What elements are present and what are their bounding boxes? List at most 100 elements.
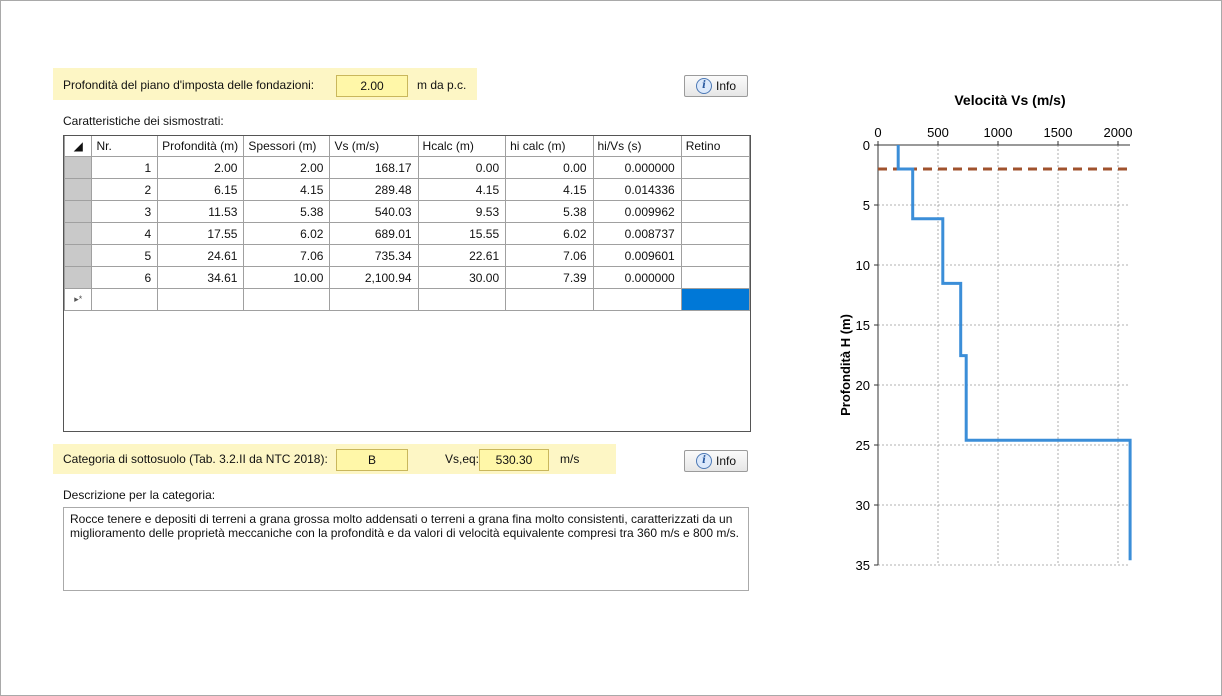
new-row[interactable]: ▸* (63, 288, 751, 311)
description-textbox[interactable]: Rocce tenere e depositi di terreni a gra… (63, 507, 749, 591)
col-profondita[interactable]: Profondità (m) (157, 136, 245, 157)
cell-hicalc[interactable]: 5.38 (505, 200, 594, 223)
y-tick-label: 0 (863, 138, 870, 153)
x-tick-label: 0 (874, 125, 881, 140)
col-hicalc[interactable]: hi calc (m) (505, 136, 594, 157)
x-tick-label: 1000 (984, 125, 1013, 140)
row-header[interactable] (63, 178, 93, 201)
y-axis-label: Profondità H (m) (838, 314, 853, 416)
y-tick-label: 5 (863, 198, 870, 213)
col-hivs[interactable]: hi/Vs (s) (592, 136, 682, 157)
vseq-field[interactable]: 530.30 (479, 449, 549, 471)
selected-cell[interactable] (680, 288, 751, 311)
info-button-foundation[interactable]: i Info (684, 75, 748, 97)
y-tick-label: 10 (856, 258, 870, 273)
cell-hicalc[interactable]: 0.00 (505, 156, 594, 179)
cell-hivs[interactable]: 0.014336 (592, 178, 682, 201)
cell-nr[interactable]: 6 (91, 266, 159, 289)
cell-spessori[interactable]: 4.15 (243, 178, 331, 201)
vseq-label: Vs,eq: (445, 452, 480, 466)
vseq-unit: m/s (560, 452, 580, 466)
cell-vs[interactable]: 735.34 (329, 244, 419, 267)
table-row[interactable]: 2 6.15 4.15 289.48 4.15 4.15 0.014336 (63, 178, 751, 201)
cell-profondita[interactable]: 17.55 (157, 222, 245, 245)
table-row[interactable]: 5 24.61 7.06 735.34 22.61 7.06 0.009601 (63, 244, 751, 267)
col-retino[interactable]: Retino (680, 136, 751, 157)
col-hcalc[interactable]: Hcalc (m) (417, 136, 507, 157)
cell-hivs[interactable]: 0.009601 (592, 244, 682, 267)
x-tick-label: 1500 (1044, 125, 1073, 140)
empty-cell[interactable] (157, 288, 245, 311)
select-all-corner[interactable]: ◢ (63, 136, 93, 157)
row-header[interactable] (63, 200, 93, 223)
cell-retino[interactable] (680, 200, 751, 223)
row-header[interactable] (63, 222, 93, 245)
cell-hcalc[interactable]: 0.00 (417, 156, 507, 179)
col-nr[interactable]: Nr. (91, 136, 159, 157)
empty-cell[interactable] (505, 288, 594, 311)
cell-hcalc[interactable]: 22.61 (417, 244, 507, 267)
cell-profondita[interactable]: 2.00 (157, 156, 245, 179)
table-row[interactable]: 3 11.53 5.38 540.03 9.53 5.38 0.009962 (63, 200, 751, 223)
cell-hivs[interactable]: 0.009962 (592, 200, 682, 223)
empty-cell[interactable] (592, 288, 682, 311)
cell-nr[interactable]: 1 (91, 156, 159, 179)
cell-spessori[interactable]: 6.02 (243, 222, 331, 245)
table-row[interactable]: 6 34.61 10.00 2,100.94 30.00 7.39 0.000000 (63, 266, 751, 289)
cell-spessori[interactable]: 2.00 (243, 156, 331, 179)
cell-profondita[interactable]: 24.61 (157, 244, 245, 267)
cell-vs[interactable]: 2,100.94 (329, 266, 419, 289)
strata-table[interactable]: ◢ Nr. Profondità (m) Spessori (m) Vs (m/… (63, 135, 751, 432)
cell-hcalc[interactable]: 15.55 (417, 222, 507, 245)
cell-spessori[interactable]: 5.38 (243, 200, 331, 223)
cell-hicalc[interactable]: 4.15 (505, 178, 594, 201)
cell-nr[interactable]: 4 (91, 222, 159, 245)
row-header[interactable] (63, 244, 93, 267)
cell-hcalc[interactable]: 4.15 (417, 178, 507, 201)
cell-hicalc[interactable]: 7.06 (505, 244, 594, 267)
cell-vs[interactable]: 540.03 (329, 200, 419, 223)
table-row[interactable]: 4 17.55 6.02 689.01 15.55 6.02 0.008737 (63, 222, 751, 245)
cell-profondita[interactable]: 34.61 (157, 266, 245, 289)
chart-title: Velocità Vs (m/s) (954, 92, 1065, 108)
cell-retino[interactable] (680, 222, 751, 245)
empty-cell[interactable] (329, 288, 419, 311)
cell-spessori[interactable]: 10.00 (243, 266, 331, 289)
cell-retino[interactable] (680, 178, 751, 201)
table-header-row: ◢ Nr. Profondità (m) Spessori (m) Vs (m/… (63, 136, 751, 157)
info-button-category[interactable]: i Info (684, 450, 748, 472)
cell-profondita[interactable]: 6.15 (157, 178, 245, 201)
empty-cell[interactable] (417, 288, 507, 311)
cell-hivs[interactable]: 0.000000 (592, 266, 682, 289)
cell-spessori[interactable]: 7.06 (243, 244, 331, 267)
category-label: Categoria di sottosuolo (Tab. 3.2.II da … (63, 452, 328, 466)
cell-hcalc[interactable]: 9.53 (417, 200, 507, 223)
info-icon: i (695, 453, 712, 469)
empty-cell[interactable] (91, 288, 159, 311)
cell-hcalc[interactable]: 30.00 (417, 266, 507, 289)
description-label: Descrizione per la categoria: (63, 488, 216, 502)
cell-hivs[interactable]: 0.000000 (592, 156, 682, 179)
cell-vs[interactable]: 689.01 (329, 222, 419, 245)
table-row[interactable]: 1 2.00 2.00 168.17 0.00 0.00 0.000000 (63, 156, 751, 179)
row-header[interactable] (63, 266, 93, 289)
cell-retino[interactable] (680, 156, 751, 179)
cell-nr[interactable]: 3 (91, 200, 159, 223)
cell-hicalc[interactable]: 7.39 (505, 266, 594, 289)
col-vs[interactable]: Vs (m/s) (329, 136, 419, 157)
info-button-label: Info (715, 454, 736, 468)
category-field[interactable]: B (336, 449, 408, 471)
cell-nr[interactable]: 2 (91, 178, 159, 201)
cell-hicalc[interactable]: 6.02 (505, 222, 594, 245)
cell-hivs[interactable]: 0.008737 (592, 222, 682, 245)
cell-vs[interactable]: 289.48 (329, 178, 419, 201)
cell-vs[interactable]: 168.17 (329, 156, 419, 179)
row-header[interactable] (63, 156, 93, 179)
cell-nr[interactable]: 5 (91, 244, 159, 267)
col-spessori[interactable]: Spessori (m) (243, 136, 331, 157)
empty-cell[interactable] (243, 288, 331, 311)
foundation-depth-field[interactable]: 2.00 (336, 75, 408, 97)
cell-profondita[interactable]: 11.53 (157, 200, 245, 223)
cell-retino[interactable] (680, 266, 751, 289)
cell-retino[interactable] (680, 244, 751, 267)
